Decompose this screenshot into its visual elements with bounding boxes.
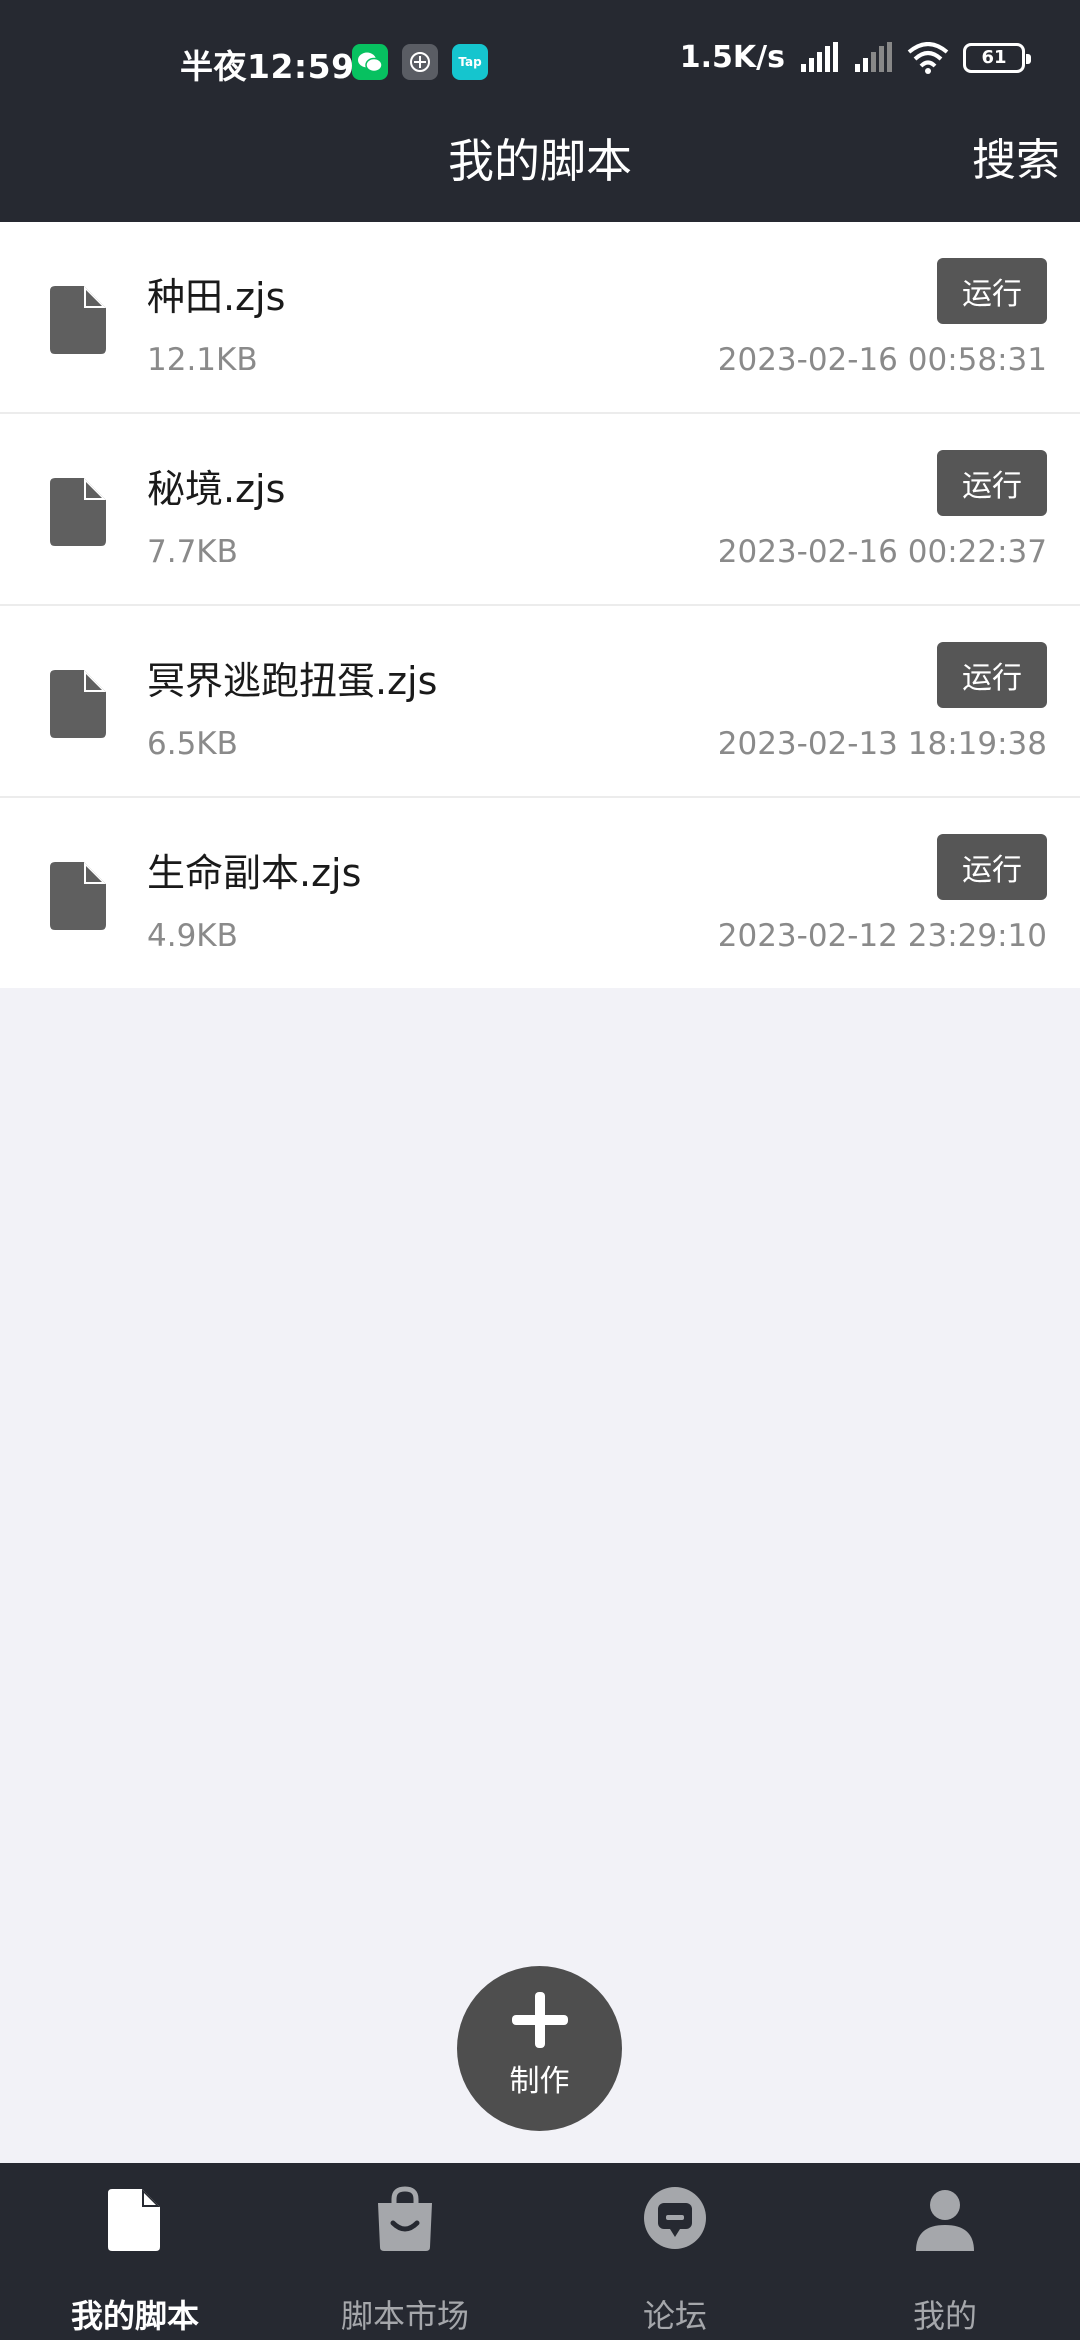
create-label: 制作 (509, 2063, 570, 2099)
signal-icon (801, 41, 838, 72)
list-item[interactable]: 生命副本.zjs 4.9KB 运行 2023-02-12 23:29:10 (0, 798, 1080, 988)
file-icon (50, 286, 106, 354)
script-name: 秘境.zjs (147, 467, 286, 511)
nav-item-script-market[interactable]: 脚本市场 (270, 2163, 540, 2340)
shopping-bag-icon (378, 2186, 432, 2251)
nav-item-forum[interactable]: 论坛 (540, 2163, 810, 2340)
nav-item-profile[interactable]: 我的 (810, 2163, 1080, 2340)
status-app-icons: Tap (352, 44, 488, 80)
status-right: 1.5K/s 61 (679, 40, 1031, 75)
run-button[interactable]: 运行 (937, 834, 1047, 900)
list-item[interactable]: 秘境.zjs 7.7KB 运行 2023-02-16 00:22:37 (0, 414, 1080, 606)
file-icon (50, 862, 106, 930)
wechat-icon (352, 44, 388, 80)
run-button[interactable]: 运行 (937, 258, 1047, 324)
status-bar: 半夜12:59 Tap 1.5K/s 61 (0, 0, 1080, 125)
script-name: 冥界逃跑扭蛋.zjs (147, 659, 438, 703)
signal-weak-icon (855, 41, 892, 72)
bottom-nav: 我的脚本 脚本市场 论坛 我的 (0, 2163, 1080, 2340)
status-time: 半夜12:59 (180, 47, 355, 86)
script-date: 2023-02-16 00:58:31 (717, 342, 1047, 378)
run-button[interactable]: 运行 (937, 642, 1047, 708)
app-icon (402, 44, 438, 80)
title-bar: 我的脚本 搜索 (0, 125, 1080, 222)
script-size: 7.7KB (147, 534, 238, 570)
create-script-button[interactable]: 制作 (457, 1966, 622, 2131)
script-list: 种田.zjs 12.1KB 运行 2023-02-16 00:58:31 秘境.… (0, 222, 1080, 988)
battery-icon: 61 (963, 42, 1031, 73)
plus-icon (511, 1991, 568, 2048)
script-name: 生命副本.zjs (147, 851, 362, 895)
file-icon (108, 2189, 160, 2251)
script-size: 6.5KB (147, 726, 238, 762)
script-name: 种田.zjs (147, 275, 286, 319)
run-button[interactable]: 运行 (937, 450, 1047, 516)
nav-item-my-scripts[interactable]: 我的脚本 (0, 2163, 270, 2340)
list-item[interactable]: 种田.zjs 12.1KB 运行 2023-02-16 00:58:31 (0, 222, 1080, 414)
script-date: 2023-02-16 00:22:37 (717, 534, 1047, 570)
script-size: 4.9KB (147, 918, 238, 954)
nav-label: 我的 (912, 2297, 977, 2335)
script-size: 12.1KB (147, 342, 258, 378)
nav-label: 论坛 (642, 2297, 707, 2335)
wifi-icon (907, 41, 949, 74)
person-icon (916, 2190, 974, 2251)
script-date: 2023-02-13 18:19:38 (717, 726, 1047, 762)
search-button[interactable]: 搜索 (972, 125, 1060, 197)
network-speed: 1.5K/s (679, 40, 785, 75)
file-icon (50, 670, 106, 738)
script-date: 2023-02-12 23:29:10 (717, 918, 1047, 954)
page-title: 我的脚本 (448, 134, 632, 188)
file-icon (50, 478, 106, 546)
list-item[interactable]: 冥界逃跑扭蛋.zjs 6.5KB 运行 2023-02-13 18:19:38 (0, 606, 1080, 798)
chat-bubble-icon (644, 2187, 706, 2249)
tap-icon: Tap (452, 44, 488, 80)
nav-label: 我的脚本 (70, 2297, 199, 2335)
nav-label: 脚本市场 (340, 2297, 469, 2335)
